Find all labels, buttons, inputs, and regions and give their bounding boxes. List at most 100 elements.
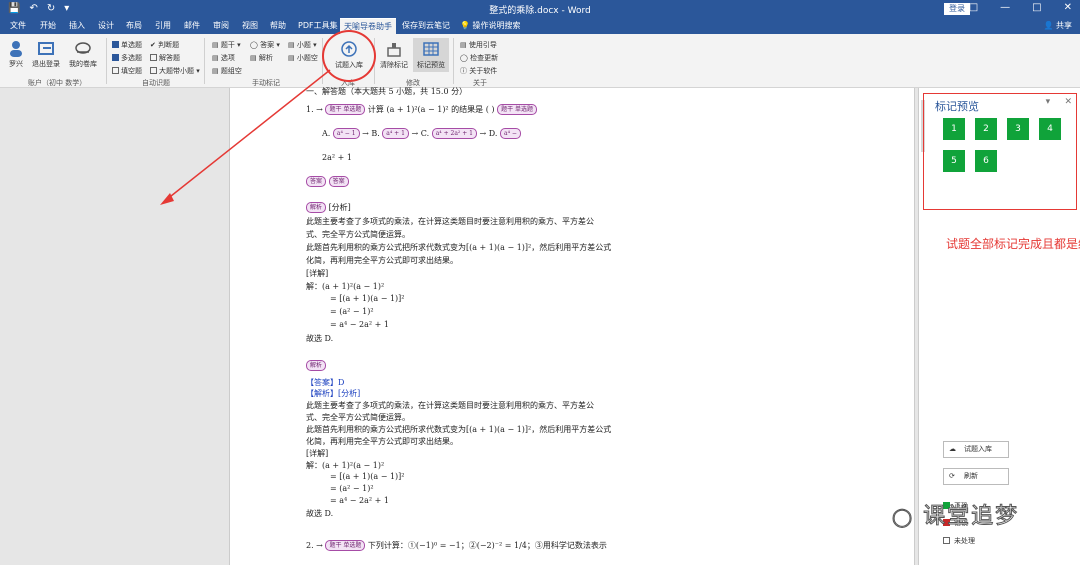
my-library-label: 我的卷库 (69, 60, 97, 68)
mark-preview-label: 标记预览 (417, 61, 445, 69)
clear-marks-button[interactable]: 清除标记 (377, 40, 411, 70)
chevron-down-icon: ▾ (237, 41, 241, 49)
question-text: 计算 (a + 1)²(a − 1)² 的结果是 ( ) (367, 105, 495, 114)
mark-group-blank-button[interactable]: ▤ 题组空 (212, 66, 242, 76)
about-software-button[interactable]: ⓘ 关于软件 (460, 66, 497, 76)
multi-choice-checkbox[interactable]: 多选题 (112, 53, 142, 63)
tab-design[interactable]: 设计 (98, 20, 114, 31)
ribbon-display-icon[interactable]: □ (969, 2, 978, 13)
conclusion-line: 故选 D. (306, 334, 334, 343)
pane-import-button[interactable]: ☁ 试题入库 (943, 441, 1009, 458)
cloud-upload-icon: ☁ (949, 445, 956, 453)
legend-unprocessed-label: 未处理 (954, 537, 975, 545)
judge-checkbox[interactable]: ✔ 判断题 (150, 40, 179, 50)
grid-icon (422, 40, 440, 58)
group-blank-icon: ▤ (212, 67, 219, 75)
tab-save-cloud-note[interactable]: 保存到云笔记 (402, 20, 450, 31)
analysis-heading: 解析 [分析] (306, 202, 351, 213)
analysis-label: 解析 (258, 54, 273, 62)
document-page[interactable]: 一、解答题（本大题共 5 小题，共 15.0 分） 1. → 题干 单选题 计算… (229, 87, 915, 565)
stem-tag[interactable]: 题干 单选题 (497, 104, 537, 115)
mark-sub-blank-button[interactable]: ▤ 小题空 (288, 53, 318, 63)
conclusion-line: 故选 D. (306, 509, 334, 518)
refresh-button[interactable]: ⟳ 刷新 (943, 468, 1009, 485)
account-group-label: 账户（初中 数学） (28, 79, 87, 87)
tell-me-search[interactable]: 💡 操作说明搜索 (460, 20, 521, 31)
analysis-label: [分析] (328, 203, 351, 212)
mark-sub-question-button[interactable]: ▤ 小题 ▾ (288, 40, 317, 50)
mark-option-button[interactable]: ▤ 选项 (212, 53, 235, 63)
tab-mailings[interactable]: 邮件 (184, 20, 200, 31)
pane-import-label: 试题入库 (964, 445, 992, 453)
checkbox-icon (150, 54, 157, 61)
stem-tag[interactable]: 题干 单选题 (325, 540, 366, 551)
maximize-icon[interactable]: □ (1032, 2, 1041, 13)
tab-insert[interactable]: 插入 (69, 20, 85, 31)
guide-icon: ▤ (460, 41, 467, 49)
jiexi-line: 【解析】[分析] (306, 389, 361, 398)
question-1-options: A. a⁴ − 1 → B. a⁴ + 1 → C. a⁴ + 2a² + 1 … (322, 128, 521, 139)
tab-review[interactable]: 审阅 (213, 20, 229, 31)
tab-references[interactable]: 引用 (155, 20, 171, 31)
check-update-button[interactable]: ◯ 检查更新 (460, 53, 498, 63)
bulb-icon: ◯ (250, 41, 258, 49)
answer-tag[interactable]: 答案 (328, 176, 349, 187)
wechat-icon: ◯ (891, 507, 915, 529)
answer-question-checkbox[interactable]: 解答题 (150, 53, 180, 63)
group-divider (106, 38, 107, 84)
close-icon[interactable]: ✕ (1064, 2, 1072, 13)
group-divider (204, 38, 205, 84)
analysis-tag[interactable]: 解析 (306, 360, 327, 371)
checkbox-icon (112, 41, 119, 48)
tab-file[interactable]: 文件 (10, 20, 26, 31)
sub-blank-label: 小题空 (296, 54, 318, 62)
user-guide-button[interactable]: ▤ 使用引导 (460, 40, 497, 50)
option-c-tag[interactable]: a⁴ + 2a² + 1 (431, 128, 477, 139)
minimize-icon[interactable]: — (1000, 2, 1010, 13)
logout-button[interactable]: 退出登录 (30, 39, 62, 69)
mark-answer-button[interactable]: ◯ 答案 ▾ (250, 40, 280, 50)
mark-stem-button[interactable]: ▤ 题干 ▾ (212, 40, 241, 50)
tab-home[interactable]: 开始 (40, 20, 56, 31)
option-d-tag[interactable]: a⁴ − (500, 128, 521, 139)
share-button[interactable]: 👤 共享 (1043, 20, 1072, 31)
tab-help[interactable]: 帮助 (270, 20, 286, 31)
answer-tag[interactable]: 答案 (306, 176, 327, 187)
mark-preview-button[interactable]: 标记预览 (413, 38, 449, 72)
analysis-line: 化简，再利用完全平方公式即可求出结果。 (306, 256, 458, 265)
big-question-dropdown[interactable]: 大题带小题 ▾ (150, 66, 200, 76)
logout-icon (37, 39, 55, 57)
library-icon (74, 39, 92, 57)
tab-pdf-tools[interactable]: PDF工具集 (298, 20, 338, 31)
analysis-line: 化简，再利用完全平方公式即可求出结果。 (306, 437, 458, 446)
option-a-letter: A. (322, 129, 331, 138)
solution-line: = [(a + 1)(a − 1)]² (330, 294, 405, 303)
option-a-tag[interactable]: a⁴ − 1 (332, 128, 360, 139)
fill-blank-checkbox[interactable]: 填空题 (112, 66, 142, 76)
option-b-tag[interactable]: a⁴ + 1 (382, 128, 409, 139)
mark-analysis-button[interactable]: ▤ 解析 (250, 53, 273, 63)
mark-preview-pane: 标记预览 ▾ ✕ 1 2 3 4 5 6 ☁ 试题入库 ⟳ 刷新 正确 错误 未… (918, 88, 1080, 565)
analysis-line: 此题首先利用积的乘方公式把所求代数式变为[(a + 1)(a − 1)]²，然后… (306, 243, 612, 252)
answer-tags: 答案 答案 (306, 176, 349, 187)
user-icon (7, 39, 25, 57)
question-number: 1. → (306, 105, 323, 114)
login-button[interactable]: 登录 (944, 3, 970, 15)
tab-view[interactable]: 视图 (242, 20, 258, 31)
update-icon: ◯ (460, 54, 468, 62)
sub-icon: ▤ (288, 41, 295, 49)
legend-unprocessed: 未处理 (943, 536, 975, 546)
answer-line: 【答案】D (306, 378, 345, 387)
question-text: 下列计算：①(−1)⁰ = −1；②(−2)⁻² = 1/4；③用科学记数法表示 (367, 541, 607, 550)
ribbon: 罗兴 退出登录 我的卷库 账户（初中 数学） 单选题 ✔ 判断题 多选题 解答题… (0, 34, 1080, 88)
tab-layout[interactable]: 布局 (126, 20, 142, 31)
answer-label: 答案 (260, 41, 275, 49)
single-choice-checkbox[interactable]: 单选题 (112, 40, 142, 50)
user-button[interactable]: 罗兴 (4, 39, 28, 69)
stem-tag[interactable]: 题干 单选题 (325, 104, 366, 115)
multi-choice-label: 多选题 (121, 54, 142, 62)
solution-line: 解：(a + 1)²(a − 1)² (306, 461, 385, 470)
my-library-button[interactable]: 我的卷库 (66, 39, 100, 69)
sub-label: 小题 (296, 41, 311, 49)
analysis-tag[interactable]: 解析 (306, 202, 327, 213)
